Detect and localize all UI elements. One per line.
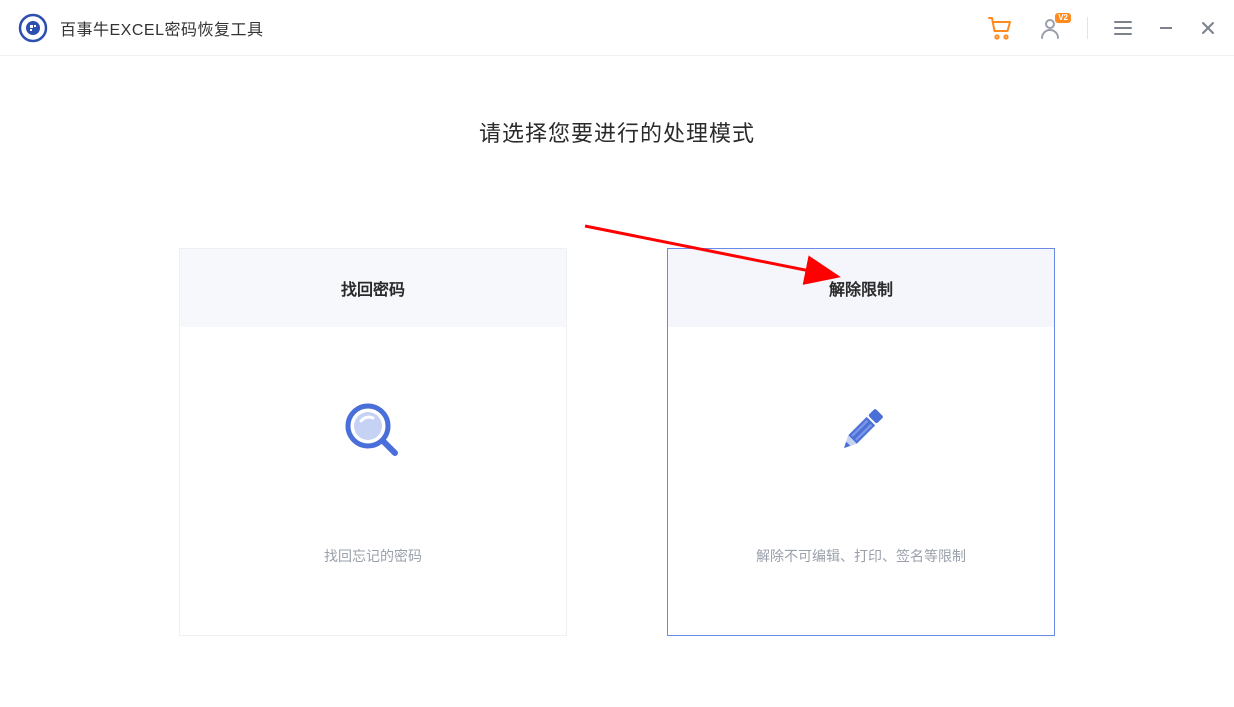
card-remove-restriction[interactable]: 解除限制 解除不可编辑、打印、签名等限制 [667, 248, 1055, 636]
app-title: 百事牛EXCEL密码恢复工具 [60, 16, 263, 40]
page-heading: 请选择您要进行的处理模式 [0, 116, 1234, 148]
card-remove-title: 解除限制 [668, 249, 1054, 327]
card-remove-desc: 解除不可编辑、打印、签名等限制 [756, 546, 966, 566]
pencil-icon [829, 396, 893, 466]
close-icon[interactable] [1200, 20, 1216, 36]
cart-icon[interactable] [987, 16, 1013, 40]
card-recover-desc: 找回忘记的密码 [324, 546, 422, 566]
titlebar: 百事牛EXCEL密码恢复工具 V2 [0, 0, 1234, 56]
titlebar-actions: V2 [987, 16, 1216, 40]
user-badge: V2 [1055, 13, 1071, 23]
card-recover-password[interactable]: 找回密码 找回忘记的密码 [179, 248, 567, 636]
card-recover-title: 找回密码 [180, 249, 566, 327]
card-recover-body: 找回忘记的密码 [180, 327, 566, 635]
magnifier-icon [341, 396, 405, 466]
app-logo-icon [18, 13, 48, 43]
minimize-icon[interactable] [1158, 20, 1174, 36]
titlebar-divider [1087, 17, 1088, 39]
card-remove-body: 解除不可编辑、打印、签名等限制 [668, 327, 1054, 635]
main-content: 请选择您要进行的处理模式 找回密码 找回忘记的密码 解除限制 [0, 56, 1234, 636]
mode-cards: 找回密码 找回忘记的密码 解除限制 [0, 248, 1234, 636]
menu-icon[interactable] [1114, 21, 1132, 35]
user-icon[interactable]: V2 [1039, 17, 1061, 39]
